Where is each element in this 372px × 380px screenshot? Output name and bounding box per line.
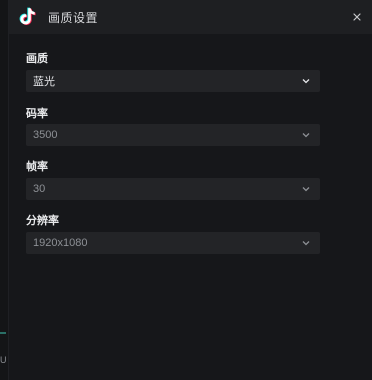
background-window-text: U — [0, 355, 7, 365]
close-icon — [353, 13, 361, 21]
background-window-edge: U — [0, 0, 8, 380]
chevron-down-icon — [301, 238, 311, 248]
framerate-label: 帧率 — [26, 161, 48, 173]
quality-select-value: 蓝光 — [33, 76, 55, 88]
bitrate-select-value: 3500 — [33, 129, 58, 141]
background-window-accent — [0, 332, 6, 334]
resolution-select[interactable]: 1920x1080 — [26, 232, 320, 254]
quality-select[interactable]: 蓝光 — [26, 70, 320, 92]
resolution-label: 分辨率 — [26, 215, 59, 227]
chevron-down-icon — [301, 130, 311, 140]
dialog-titlebar[interactable]: 画质设置 — [9, 0, 372, 34]
dialog-title: 画质设置 — [48, 10, 99, 25]
bitrate-select[interactable]: 3500 — [26, 124, 320, 146]
chevron-down-icon — [301, 184, 311, 194]
framerate-select-value: 30 — [33, 183, 46, 195]
close-button[interactable] — [348, 8, 366, 26]
app-root: U 画质设置 画质 蓝光 码率 3500 帧率 30 分辨率 1920x1080 — [0, 0, 372, 380]
tiktok-logo-icon — [17, 6, 39, 28]
quality-settings-dialog: 画质设置 画质 蓝光 码率 3500 帧率 30 分辨率 1920x1080 — [8, 0, 372, 380]
chevron-down-icon — [301, 76, 311, 86]
bitrate-label: 码率 — [26, 108, 48, 120]
framerate-select[interactable]: 30 — [26, 178, 320, 200]
resolution-select-value: 1920x1080 — [33, 237, 88, 249]
quality-label: 画质 — [26, 53, 48, 65]
